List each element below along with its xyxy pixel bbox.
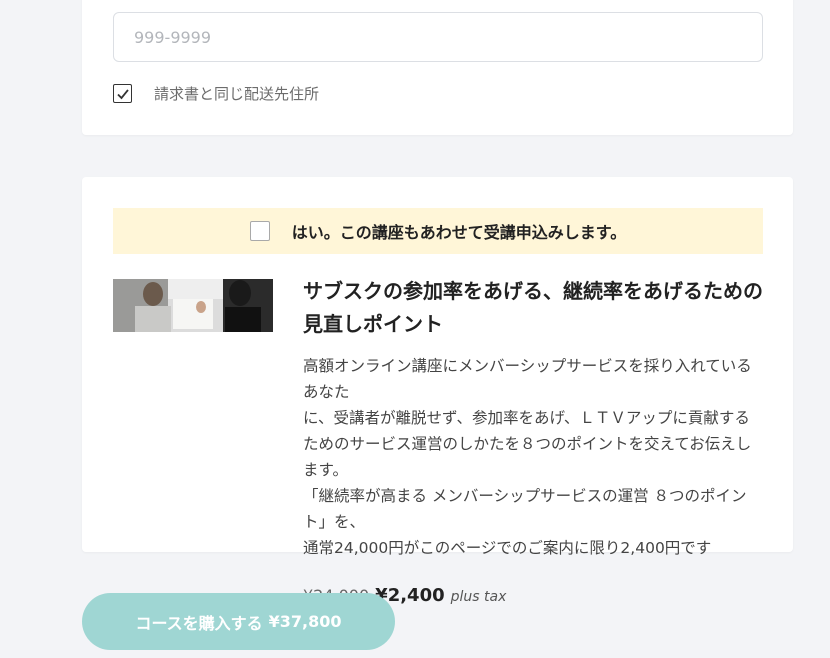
buy-button-amount: ¥37,800 <box>268 612 342 631</box>
upsell-course-info: サブスクの参加率をあげる、継続率をあげるための 見直しポイント 高額オンライン講… <box>303 275 765 606</box>
zip-code-input[interactable] <box>113 12 763 62</box>
buy-button-label: コースを購入する <box>135 613 263 633</box>
upsell-offer-bar[interactable]: はい。この講座もあわせて受講申込みします。 <box>113 208 763 254</box>
upsell-card: はい。この講座もあわせて受講申込みします。 サブスクの参加率をあげる、継続率をあ… <box>82 177 793 606</box>
course-thumbnail <box>113 279 273 332</box>
same-as-billing-label: 請求書と同じ配送先住所 <box>154 85 320 103</box>
description-line: 「継続率が高まる メンバーシップサービスの運営 ８つのポイント」を、 <box>303 487 747 531</box>
upsell-checkbox[interactable] <box>249 221 270 241</box>
course-photo-icon <box>113 279 273 332</box>
upsell-course-description: 高額オンライン講座にメンバーシップサービスを採り入れているあなた に、受講者が離… <box>303 353 765 561</box>
same-as-billing-row[interactable]: 請求書と同じ配送先住所 <box>113 83 319 104</box>
description-line: に、受講者が離脱せず、参加率をあげ、ＬＴＶアップに貢献する <box>303 409 750 427</box>
course-title-line-2: 見直しポイント <box>303 312 443 336</box>
checkmark-icon <box>116 88 129 99</box>
course-title-line-1: サブスクの参加率をあげる、継続率をあげるための <box>303 279 763 303</box>
tax-note: plus tax <box>450 589 507 605</box>
description-line: 高額オンライン講座にメンバーシップサービスを採り入れているあなた <box>303 357 752 401</box>
buy-course-button[interactable]: コースを購入する ¥37,800 <box>82 593 395 650</box>
upsell-checkbox-label: はい。この講座もあわせて受講申込みします。 <box>291 223 627 242</box>
shipping-address-card: 請求書と同じ配送先住所 <box>82 0 793 135</box>
upsell-course-title: サブスクの参加率をあげる、継続率をあげるための 見直しポイント <box>303 275 765 341</box>
description-line: 通常24,000円がこのページでのご案内に限り2,400円です <box>303 539 712 557</box>
same-as-billing-checkbox[interactable] <box>113 84 132 103</box>
description-line: ためのサービス運営のしかたを８つのポイントを交えてお伝えします。 <box>303 435 752 479</box>
